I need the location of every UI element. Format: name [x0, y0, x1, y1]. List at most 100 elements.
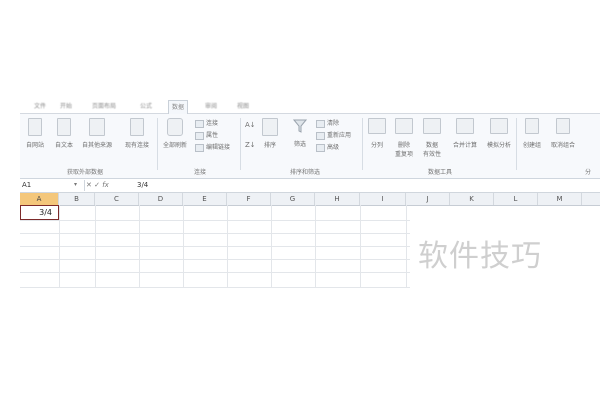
group-label: 创建组	[522, 142, 541, 149]
gridline	[20, 220, 410, 221]
properties-icon	[195, 131, 204, 140]
column-header-B[interactable]: B	[59, 193, 95, 205]
column-header-H[interactable]: H	[315, 193, 360, 205]
connections-icon	[195, 119, 204, 128]
column-header-K[interactable]: K	[450, 193, 494, 205]
group-label-connections: 连接	[193, 169, 206, 176]
column-header-G[interactable]: G	[271, 193, 315, 205]
advanced-filter-icon	[316, 143, 325, 152]
column-header-F[interactable]: F	[227, 193, 271, 205]
refresh-all-button[interactable]: 全部刷新	[158, 118, 192, 149]
chevron-down-icon[interactable]: ▾	[74, 181, 77, 188]
column-header-I[interactable]: I	[360, 193, 406, 205]
sort-ascending-icon[interactable]: A↓	[245, 121, 256, 130]
existing-connections-button[interactable]: 现有连接	[120, 118, 154, 149]
filter-button[interactable]: 筛选	[288, 118, 312, 148]
advanced-button[interactable]: 高级	[316, 143, 339, 152]
from-text-label: 自文本	[54, 142, 73, 149]
formula-bar-controls: ✕ ✓ fx	[86, 180, 109, 191]
sort-label: 排序	[263, 142, 276, 149]
remove-duplicates-label-1: 删除	[397, 142, 410, 149]
tab-formulas[interactable]: 公式	[140, 102, 152, 112]
group-label-sort-filter: 排序和筛选	[289, 169, 320, 176]
insert-function-button[interactable]: fx	[102, 181, 109, 189]
column-header-D[interactable]: D	[139, 193, 183, 205]
column-header-C[interactable]: C	[95, 193, 139, 205]
connections-label: 连接	[206, 120, 219, 127]
column-header-L[interactable]: L	[494, 193, 538, 205]
existing-connections-icon	[130, 118, 144, 136]
column-header-J[interactable]: J	[406, 193, 450, 205]
existing-connections-label: 现有连接	[124, 142, 149, 149]
edit-links-icon	[195, 143, 204, 152]
formula-input[interactable]: 3/4	[137, 180, 148, 191]
column-header-M[interactable]: M	[538, 193, 582, 205]
text-to-columns-icon	[368, 118, 386, 134]
data-validation-button[interactable]: 数据 有效性	[418, 118, 446, 158]
reapply-label: 重新应用	[327, 132, 352, 139]
clear-label: 清除	[327, 120, 340, 127]
enter-check-icon[interactable]: ✓	[94, 181, 100, 189]
group-icon	[525, 118, 539, 134]
filter-funnel-icon	[292, 119, 308, 133]
filter-label: 筛选	[293, 141, 306, 148]
tab-review[interactable]: 审阅	[205, 102, 217, 112]
sort-icon	[262, 118, 278, 136]
what-if-analysis-label: 模拟分析	[486, 142, 511, 149]
from-other-sources-label: 自其他来源	[81, 142, 112, 149]
ungroup-icon	[556, 118, 570, 134]
remove-duplicates-label-2: 重复项	[394, 151, 413, 158]
clear-icon	[316, 119, 325, 128]
group-label-data-tools: 数据工具	[427, 169, 452, 176]
from-web-label: 自网站	[25, 142, 44, 149]
sort-button[interactable]: 排序	[259, 118, 281, 149]
ribbon-separator	[516, 118, 517, 170]
sort-descending-icon[interactable]: Z↓	[245, 141, 256, 150]
advanced-label: 高级	[327, 144, 340, 151]
gridline	[20, 272, 410, 273]
group-button[interactable]: 创建组	[518, 118, 546, 149]
tab-file[interactable]: 文件	[34, 102, 46, 112]
reapply-button[interactable]: 重新应用	[316, 131, 351, 140]
properties-button[interactable]: 属性	[195, 131, 218, 140]
gridline	[20, 246, 410, 247]
connections-button[interactable]: 连接	[195, 119, 218, 128]
refresh-all-label: 全部刷新	[162, 142, 187, 149]
what-if-analysis-icon	[490, 118, 508, 134]
column-header-E[interactable]: E	[183, 193, 227, 205]
from-text-button[interactable]: 自文本	[50, 118, 78, 149]
watermark: 软件技巧	[418, 239, 542, 274]
tab-view[interactable]: 视图	[237, 102, 249, 112]
cancel-icon[interactable]: ✕	[86, 181, 92, 189]
consolidate-icon	[456, 118, 474, 134]
data-validation-icon	[423, 118, 441, 134]
edit-links-button[interactable]: 编辑链接	[195, 143, 230, 152]
from-web-button[interactable]: 自网站	[20, 118, 50, 149]
text-file-icon	[57, 118, 71, 136]
tab-data[interactable]: 数据	[168, 100, 189, 114]
tab-page-layout[interactable]: 页面布局	[92, 102, 116, 112]
refresh-icon	[167, 118, 183, 136]
gridline	[20, 287, 410, 288]
other-sources-icon	[89, 118, 105, 136]
remove-duplicates-icon	[395, 118, 413, 134]
from-other-sources-button[interactable]: 自其他来源	[78, 118, 116, 149]
what-if-analysis-button[interactable]: 模拟分析	[482, 118, 516, 149]
consolidate-label: 合并计算	[452, 142, 477, 149]
gridline	[20, 259, 410, 260]
group-label-outline: 分	[584, 169, 591, 176]
text-to-columns-button[interactable]: 分列	[364, 118, 390, 149]
edit-links-label: 编辑链接	[206, 144, 231, 151]
ribbon-separator	[362, 118, 363, 170]
consolidate-button[interactable]: 合并计算	[448, 118, 482, 149]
data-validation-label-2: 有效性	[422, 151, 441, 158]
text-to-columns-label: 分列	[370, 142, 383, 149]
active-cell-A1[interactable]: 3/4	[20, 205, 59, 220]
clear-button[interactable]: 清除	[316, 119, 339, 128]
remove-duplicates-button[interactable]: 删除 重复项	[390, 118, 418, 158]
column-header-A[interactable]: A	[20, 193, 59, 205]
gridline	[20, 233, 410, 234]
data-validation-label-1: 数据	[425, 142, 438, 149]
ungroup-button[interactable]: 取消组合	[546, 118, 580, 149]
tab-home[interactable]: 开始	[60, 102, 72, 112]
